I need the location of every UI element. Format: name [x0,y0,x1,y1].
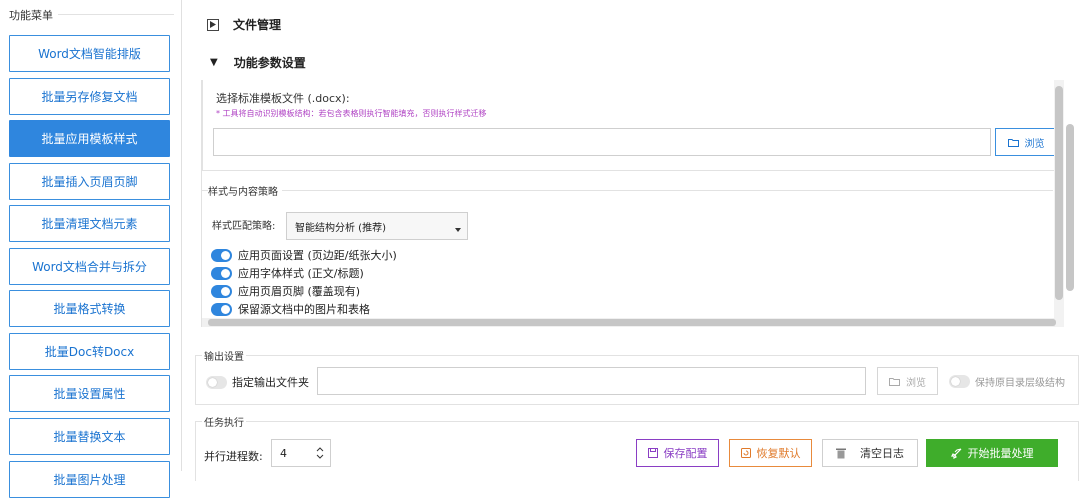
menu-item-label: 批量另存修复文档 [41,90,138,104]
divider [58,14,174,15]
menu-item-label: 批量插入页眉页脚 [41,175,138,189]
restore-default-label: 恢复默认 [756,447,801,460]
menu-item-label: 批量格式转换 [53,302,126,316]
divider [181,0,182,471]
params-panel: 选择标准模板文件 (.docx): * 工具将自动识别模板结构：若包含表格则执行… [201,80,1064,327]
option-toggle[interactable]: 应用页眉页脚 (覆盖现有) [211,283,360,299]
params-section[interactable]: ▼ 功能参数设置 [210,54,306,71]
triangle-down-icon: ▼ [210,57,218,68]
specify-folder-label: 指定输出文件夹 [232,376,309,389]
process-count-label: 并行进程数: [204,450,263,463]
option-toggle[interactable]: 应用页面设置 (页边距/纸张大小) [211,247,397,263]
section-title: 功能参数设置 [233,56,306,70]
folder-icon [1007,138,1019,147]
folder-icon [889,377,900,386]
toggle-label: 应用字体样式 (正文/标题) [238,267,364,280]
output-browse-button[interactable]: 浏览 [877,367,938,395]
menu-item-label: 批量应用模板样式 [41,132,138,146]
specify-folder-toggle[interactable]: 指定输出文件夹 [206,374,309,390]
sidebar-menu-item[interactable]: 批量应用模板样式 [9,120,170,157]
task-group: 任务执行 并行进程数: 4 保存配置 恢复默认 清空日志 开始批量处理 [195,414,1079,481]
sidebar-menu-item[interactable]: 批量格式转换 [9,290,170,327]
section-title: 文件管理 [233,18,282,32]
sidebar: 功能菜单 Word文档智能排版 批量另存修复文档 批量应用模板样式 批量插入页眉页脚批… [0,0,182,498]
save-icon [647,448,658,458]
toggle-switch[interactable] [211,302,232,316]
restore-icon [740,448,751,458]
save-config-button[interactable]: 保存配置 [636,439,719,467]
toggle-switch[interactable] [211,266,232,280]
sidebar-menu-item[interactable]: 批量插入页眉页脚 [9,163,170,200]
strategy-value: 智能结构分析 (推荐) [295,222,386,234]
scrollbar-thumb[interactable] [1066,124,1074,291]
option-toggle[interactable]: 应用字体样式 (正文/标题) [211,265,364,281]
start-batch-label: 开始批量处理 [967,447,1034,460]
option-toggle[interactable]: 保留源文档中的图片和表格 [211,301,370,317]
toggle-switch[interactable] [949,375,970,388]
toggle-switch[interactable] [211,284,232,298]
start-batch-button[interactable]: 开始批量处理 [926,439,1058,467]
clear-log-button[interactable]: 清空日志 [822,439,918,467]
restore-default-button[interactable]: 恢复默认 [729,439,812,467]
process-count-stepper[interactable]: 4 [271,439,331,467]
save-config-label: 保存配置 [663,447,708,460]
menu-item-label: 批量清理文档元素 [41,217,138,231]
menu-item-label: Word文档合并与拆分 [32,260,147,274]
chevron-down-icon [455,228,461,232]
scrollbar-thumb[interactable] [1055,86,1063,300]
output-settings-title: 输出设置 [202,348,246,363]
play-icon [207,18,219,31]
toggle-switch[interactable] [211,248,232,262]
template-path-input[interactable] [213,128,991,156]
keep-structure-label: 保持原目录层级结构 [975,378,1065,389]
toggle-label: 应用页面设置 (页边距/纸张大小) [238,249,397,262]
sidebar-menu-item[interactable]: Word文档合并与拆分 [9,248,170,285]
sidebar-menu-item[interactable]: Word文档智能排版 [9,35,170,72]
sidebar-menu-item[interactable]: 批量图片处理 [9,461,170,498]
output-folder-input[interactable] [317,367,866,395]
file-management-section[interactable]: 文件管理 [207,16,281,33]
browse-label: 浏览 [906,377,926,389]
sidebar-menu-item[interactable]: 批量设置属性 [9,375,170,412]
task-title: 任务执行 [202,414,246,429]
template-group: 选择标准模板文件 (.docx): * 工具将自动识别模板结构：若包含表格则执行… [202,80,1063,171]
toggle-switch[interactable] [206,375,227,389]
trash-icon [836,448,846,459]
toggle-label: 保留源文档中的图片和表格 [238,303,370,316]
sidebar-menu-item[interactable]: 批量清理文档元素 [9,205,170,242]
clear-log-label: 清空日志 [860,447,904,460]
keep-structure-toggle[interactable]: 保持原目录层级结构 [949,374,1065,389]
outer-scrollbar[interactable] [1064,77,1076,327]
menu-item-label: Word文档智能排版 [38,47,141,61]
horizontal-scrollbar[interactable] [202,318,1056,327]
output-settings-group: 输出设置 指定输出文件夹 浏览 保持原目录层级结构 [195,348,1079,405]
rocket-icon [950,448,962,459]
vertical-scrollbar[interactable] [1054,80,1064,327]
style-policy-title: 样式与内容策略 [208,183,282,198]
stepper-arrows-icon[interactable] [316,446,324,463]
menu-item-label: 批量替换文本 [53,430,126,444]
template-browse-button[interactable]: 浏览 [995,128,1057,156]
sidebar-menu-item[interactable]: 批量替换文本 [9,418,170,455]
sidebar-menu-item[interactable]: 批量Doc转Docx [9,333,170,370]
browse-label: 浏览 [1024,138,1045,150]
process-count-value: 4 [280,446,287,460]
template-hint: * 工具将自动识别模板结构：若包含表格则执行智能填充，否则执行样式迁移 [216,109,487,118]
sidebar-title: 功能菜单 [9,9,53,22]
strategy-select[interactable]: 智能结构分析 (推荐) [286,212,468,240]
menu-item-label: 批量Doc转Docx [44,345,135,359]
strategy-label: 样式匹配策略: [212,221,276,232]
menu-item-label: 批量图片处理 [53,473,126,487]
template-label: 选择标准模板文件 (.docx): [216,92,350,105]
sidebar-menu-item[interactable]: 批量另存修复文档 [9,78,170,115]
toggle-label: 应用页眉页脚 (覆盖现有) [238,285,361,298]
scrollbar-thumb[interactable] [208,319,1056,326]
style-policy-group: 样式与内容策略 样式匹配策略: 智能结构分析 (推荐) 应用页面设置 (页边距/… [202,183,1053,327]
menu-item-label: 批量设置属性 [53,387,126,401]
